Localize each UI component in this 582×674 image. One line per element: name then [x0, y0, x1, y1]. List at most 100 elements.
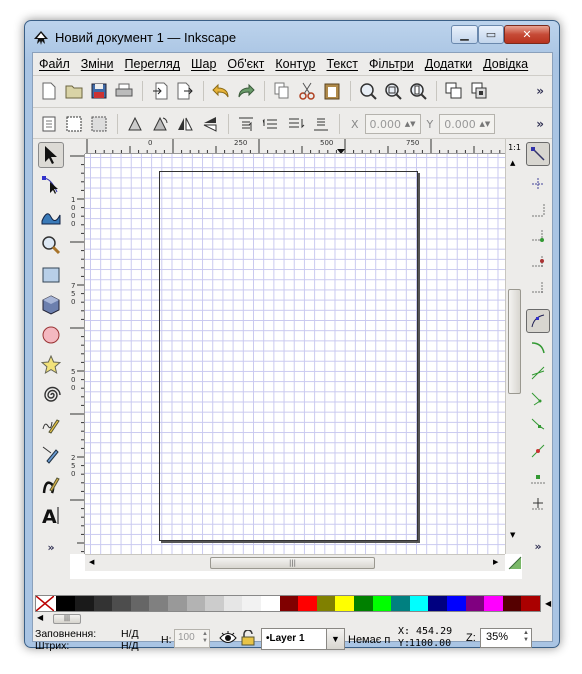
color-manage-icon[interactable] [508, 556, 522, 570]
scroll-right-icon[interactable]: ▶ [493, 558, 498, 566]
pen-tool-icon[interactable] [38, 442, 64, 468]
horizontal-scrollbar[interactable]: ◀ ||| ▶ [85, 554, 522, 571]
duplicate-icon[interactable] [442, 79, 466, 103]
color-swatch[interactable] [75, 596, 94, 611]
lower-to-bottom-icon[interactable] [309, 112, 333, 136]
pencil-tool-icon[interactable] [38, 412, 64, 438]
menu-extensions[interactable]: Додатки [425, 57, 472, 71]
snap-cusp-nodes-icon[interactable] [526, 387, 550, 411]
color-swatch[interactable] [168, 596, 187, 611]
color-swatch[interactable] [409, 596, 429, 611]
palette-scrollbar[interactable]: ◀ ||| ◀ [35, 599, 551, 625]
calligraphy-tool-icon[interactable] [38, 472, 64, 498]
snap-smooth-nodes-icon[interactable] [526, 413, 550, 437]
scroll-left-icon[interactable]: ◀ [37, 613, 43, 622]
rotate-cw-icon[interactable] [148, 112, 172, 136]
layer-visibility-eye-icon[interactable] [219, 631, 237, 645]
no-paint-swatch[interactable] [36, 596, 57, 611]
snap-paths-icon[interactable] [526, 335, 550, 359]
scroll-up-icon[interactable]: ▲ [510, 159, 515, 167]
vertical-ruler[interactable]: 1000 750 500 250 [70, 154, 85, 554]
deselect-icon[interactable] [87, 112, 111, 136]
rectangle-tool-icon[interactable] [38, 262, 64, 288]
color-swatch[interactable] [56, 596, 76, 611]
import-icon[interactable] [148, 79, 172, 103]
raise-icon[interactable] [259, 112, 283, 136]
spin-arrows-icon[interactable]: ▲▼ [202, 631, 208, 645]
color-swatch[interactable] [372, 596, 392, 611]
spin-arrows-icon[interactable]: ▲▼ [405, 120, 416, 128]
cut-icon[interactable] [295, 79, 319, 103]
lower-icon[interactable] [284, 112, 308, 136]
color-swatch[interactable] [335, 596, 354, 611]
zoom-drawing-icon[interactable] [381, 79, 405, 103]
menu-file[interactable]: Файл [39, 57, 70, 71]
menu-filters[interactable]: Фільтри [369, 57, 414, 71]
color-swatch[interactable] [260, 596, 280, 611]
color-swatch[interactable] [391, 596, 410, 611]
minimize-button[interactable]: ▁ [451, 25, 478, 44]
menu-view[interactable]: Перегляд [125, 57, 180, 71]
maximize-button[interactable]: ▭ [478, 25, 504, 44]
scroll-down-icon[interactable]: ▼ [510, 531, 515, 539]
color-swatch[interactable] [428, 596, 447, 611]
export-icon[interactable] [173, 79, 197, 103]
vertical-scrollbar[interactable]: 1:1 ▲ ▼ [505, 139, 522, 554]
open-icon[interactable] [62, 79, 86, 103]
horizontal-scroll-thumb[interactable]: ||| [210, 557, 375, 569]
zoom-page-icon[interactable] [406, 79, 430, 103]
snap-midpoints-icon[interactable] [526, 439, 550, 463]
undo-icon[interactable] [209, 79, 233, 103]
menu-text[interactable]: Текст [326, 57, 357, 71]
new-icon[interactable] [37, 79, 61, 103]
color-swatch[interactable] [223, 596, 243, 611]
color-swatch[interactable] [521, 596, 540, 611]
drawing-canvas[interactable] [85, 154, 505, 554]
controls-overflow-button[interactable]: » [536, 117, 544, 131]
spiral-tool-icon[interactable] [38, 382, 64, 408]
snap-path-intersections-icon[interactable] [526, 361, 550, 385]
toolbox-overflow-button[interactable]: » [38, 534, 64, 560]
color-swatch[interactable] [446, 596, 466, 611]
color-swatch[interactable] [186, 596, 206, 611]
menu-edit[interactable]: Зміни [81, 57, 114, 71]
horizontal-ruler[interactable]: 0 250 500 750 [85, 139, 505, 154]
zoom-tool-icon[interactable] [38, 232, 64, 258]
menu-path[interactable]: Контур [275, 57, 315, 71]
color-swatch[interactable] [149, 596, 169, 611]
select-all-icon[interactable] [37, 112, 61, 136]
copy-icon[interactable] [270, 79, 294, 103]
layer-selector[interactable]: •Layer 1 ▼ [261, 628, 345, 650]
menu-object[interactable]: Об'єкт [227, 57, 264, 71]
snap-nodes-icon[interactable] [526, 309, 550, 333]
menu-help[interactable]: Довідка [483, 57, 528, 71]
color-swatch[interactable] [279, 596, 299, 611]
menu-layer[interactable]: Шар [191, 57, 216, 71]
color-swatch[interactable] [242, 596, 261, 611]
text-tool-icon[interactable]: A [38, 502, 64, 528]
print-icon[interactable] [112, 79, 136, 103]
snap-bbox-edge-icon[interactable] [526, 198, 550, 222]
color-swatch[interactable] [93, 596, 113, 611]
opacity-input[interactable]: 100 ▲ ▼ [174, 629, 210, 648]
color-swatch[interactable] [112, 596, 131, 611]
color-swatch[interactable] [130, 596, 150, 611]
color-swatch[interactable] [353, 596, 373, 611]
fill-value[interactable]: Н/Д [121, 628, 139, 640]
snap-bbox-corner-icon[interactable] [526, 224, 550, 248]
3d-box-tool-icon[interactable] [38, 292, 64, 318]
color-swatch[interactable] [316, 596, 336, 611]
y-input[interactable]: 0.000 ▲▼ [439, 114, 496, 134]
selector-tool-icon[interactable] [38, 142, 64, 168]
flip-vertical-icon[interactable] [198, 112, 222, 136]
toolbar-overflow-button[interactable]: » [536, 84, 544, 98]
spin-arrows-icon[interactable]: ▲▼ [480, 120, 491, 128]
snap-bbox-midpoint-icon[interactable] [526, 250, 550, 274]
palette-menu-icon[interactable]: ◀ [545, 599, 551, 608]
tweak-tool-icon[interactable] [38, 202, 64, 228]
title-bar[interactable]: Новий документ 1 — Inkscape ▁ ▭ ✕ [25, 21, 559, 53]
snap-rotation-centers-icon[interactable] [526, 491, 550, 515]
layer-lock-icon[interactable] [241, 630, 255, 646]
zoom-selection-icon[interactable] [356, 79, 380, 103]
color-swatch[interactable] [298, 596, 317, 611]
